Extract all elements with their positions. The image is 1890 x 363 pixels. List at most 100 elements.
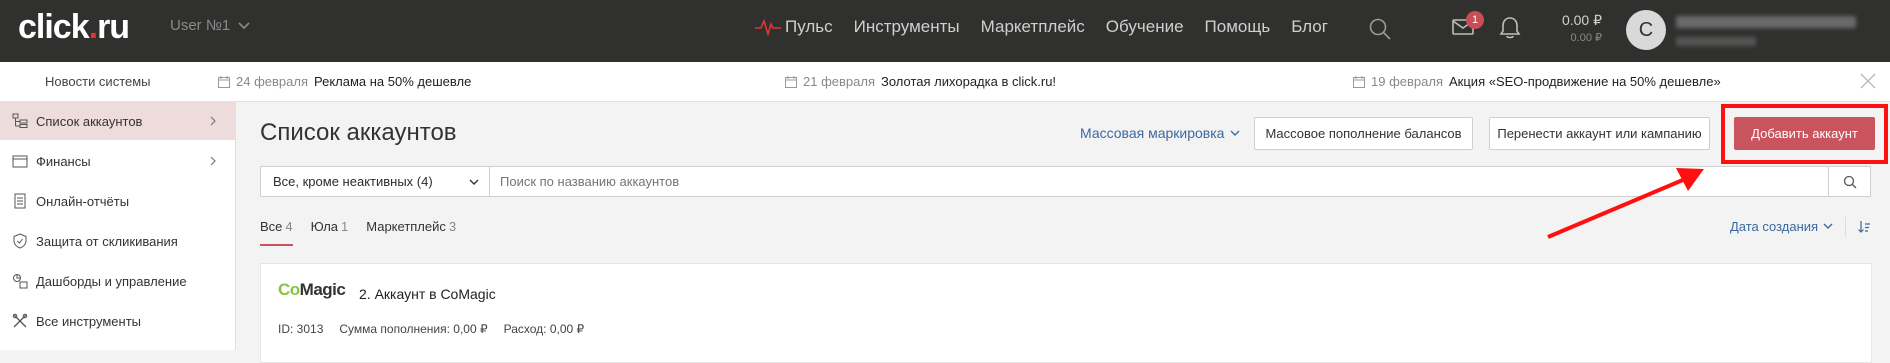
tools-icon [12, 313, 28, 328]
avatar[interactable]: C [1626, 10, 1666, 50]
news-title[interactable]: Новости системы [45, 74, 151, 89]
nav-item-help[interactable]: Помощь [1205, 17, 1271, 37]
tab-marketplace[interactable]: Маркетплейс 3 [366, 219, 456, 246]
comagic-logo: CoMagic [278, 280, 346, 299]
search-icon[interactable] [1368, 17, 1392, 41]
news-item[interactable]: 19 февраля Акция «SEO-продвижение на 50%… [1353, 74, 1721, 89]
news-date: 19 февраля [1371, 74, 1443, 89]
calendar-icon [785, 75, 797, 88]
tab-yula[interactable]: Юла 1 [311, 219, 349, 246]
logo[interactable]: click.ru [18, 8, 130, 47]
balance-main: 0.00 ₽ [1561, 12, 1602, 28]
calendar-icon [218, 75, 230, 88]
balance-sub: 0.00 ₽ [1570, 32, 1602, 44]
search-input[interactable] [489, 166, 1829, 197]
shield-icon [13, 233, 27, 249]
news-date: 21 февраля [803, 74, 875, 89]
chevron-right-icon [210, 116, 216, 126]
search-icon [1843, 175, 1857, 189]
sidebar-item-label: Онлайн-отчёты [36, 193, 130, 209]
news-item[interactable]: 24 февраля Реклама на 50% дешевле [218, 74, 471, 89]
account-meta: ID: 3013 Сумма пополнения: 0,00 ₽ Расход… [278, 322, 584, 336]
chevron-right-icon [210, 156, 216, 166]
divider [1845, 217, 1846, 237]
chevron-down-icon [1230, 130, 1240, 136]
nav-item-label: Маркетплейс [980, 17, 1085, 36]
account-id: ID: 3013 [278, 322, 324, 336]
sidebar-item-label: Финансы [36, 153, 91, 169]
news-bar: Новости системы 24 февраля Реклама на 50… [0, 62, 1890, 102]
account-spend: Расход: 0,00 ₽ [503, 322, 585, 336]
user-selector-label: User №1 [170, 17, 231, 34]
sidebar-item-label: Дашборды и управление [36, 273, 187, 289]
news-item[interactable]: 21 февраля Золотая лихорадка в click.ru! [785, 74, 1056, 89]
bell-icon[interactable] [1499, 16, 1521, 40]
tab-label: Все [260, 219, 283, 234]
wallet-icon [12, 155, 28, 168]
sidebar-item-label: Список аккаунтов [36, 113, 143, 129]
sidebar-item-finance[interactable]: Финансы [0, 142, 236, 180]
chevron-down-icon [469, 179, 479, 185]
sidebar-item-all-tools[interactable]: Все инструменты [0, 302, 236, 340]
user-name-line [1676, 16, 1856, 28]
nav-item-label: Помощь [1204, 17, 1271, 36]
mail-badge: 1 [1466, 11, 1484, 29]
balance[interactable]: 0.00 ₽ 0.00 ₽ [1552, 12, 1602, 44]
news-text: Реклама на 50% дешевле [314, 74, 472, 89]
sidebar-item-dashboards[interactable]: Дашборды и управление [0, 262, 236, 300]
user-name-blurred[interactable] [1676, 12, 1866, 46]
close-icon[interactable] [1860, 73, 1876, 89]
status-filter-select[interactable]: Все, кроме неактивных (4) [260, 166, 490, 197]
chevron-down-icon [1823, 223, 1833, 229]
page-title: Список аккаунтов [260, 119, 457, 146]
news-date: 24 февраля [236, 74, 308, 89]
calendar-icon [1353, 75, 1365, 88]
sort-label: Дата создания [1730, 219, 1819, 234]
tab-count: 4 [285, 219, 293, 234]
mass-marking-dropdown[interactable]: Массовая маркировка [1080, 125, 1240, 141]
news-text: Акция «SEO-продвижение на 50% дешевле» [1449, 74, 1721, 89]
nav-item-label: Блог [1291, 17, 1328, 36]
sidebar: Список аккаунтов Финансы Онлайн-отчёты З… [0, 102, 236, 350]
chevron-down-icon [238, 21, 250, 29]
sidebar-item-label: Все инструменты [36, 313, 141, 329]
nav-item-label: Пульс [785, 17, 833, 36]
tab-label: Юла [310, 219, 339, 234]
accounts-tree-icon [12, 113, 28, 128]
tab-label: Маркетплейс [366, 219, 446, 234]
user-selector[interactable]: User №1 [170, 17, 250, 34]
report-icon [14, 193, 26, 209]
tab-count: 3 [448, 219, 457, 234]
annotation-highlight-box [1721, 104, 1888, 164]
sidebar-item-label: Защита от скликивания [36, 233, 178, 249]
sidebar-item-accounts[interactable]: Список аккаунтов [0, 102, 236, 140]
status-filter-value: Все, кроме неактивных (4) [273, 174, 433, 189]
sidebar-item-click-protection[interactable]: Защита от скликивания [0, 222, 236, 260]
account-title[interactable]: 2. Аккаунт в CoMagic [359, 286, 496, 302]
sort-dropdown[interactable]: Дата создания [1730, 219, 1833, 234]
search-button[interactable] [1829, 166, 1871, 197]
nav-item-blog[interactable]: Блог [1291, 17, 1328, 37]
sidebar-item-reports[interactable]: Онлайн-отчёты [0, 182, 236, 220]
sort-order-icon[interactable] [1857, 220, 1871, 234]
user-email-line [1676, 37, 1756, 46]
dashboard-icon [13, 274, 28, 289]
account-tabs: Все 4 Юла 1 Маркетплейс 3 [260, 219, 474, 246]
top-nav: Пульс Инструменты Маркетплейс Обучение П… [755, 17, 1349, 37]
pulse-icon [755, 18, 781, 36]
tab-count: 1 [341, 219, 349, 234]
nav-item-pulse[interactable]: Пульс [755, 17, 833, 37]
nav-item-tools[interactable]: Инструменты [854, 17, 960, 37]
tab-all[interactable]: Все 4 [260, 219, 293, 246]
nav-item-label: Инструменты [853, 17, 960, 36]
nav-item-marketplace[interactable]: Маркетплейс [981, 17, 1085, 37]
mass-marking-label: Массовая маркировка [1080, 125, 1225, 141]
account-card[interactable]: CoMagic 2. Аккаунт в CoMagic ID: 3013 Су… [260, 263, 1872, 363]
mass-topup-button[interactable]: Массовое пополнение балансов [1254, 117, 1473, 150]
account-topup: Сумма пополнения: 0,00 ₽ [339, 322, 488, 336]
news-text: Золотая лихорадка в click.ru! [881, 74, 1057, 89]
transfer-account-button[interactable]: Перенести аккаунт или кампанию [1489, 117, 1710, 150]
nav-item-education[interactable]: Обучение [1106, 17, 1184, 37]
top-bar: click.ru User №1 Пульс Инструменты Марке… [0, 0, 1890, 62]
nav-item-label: Обучение [1105, 17, 1184, 36]
